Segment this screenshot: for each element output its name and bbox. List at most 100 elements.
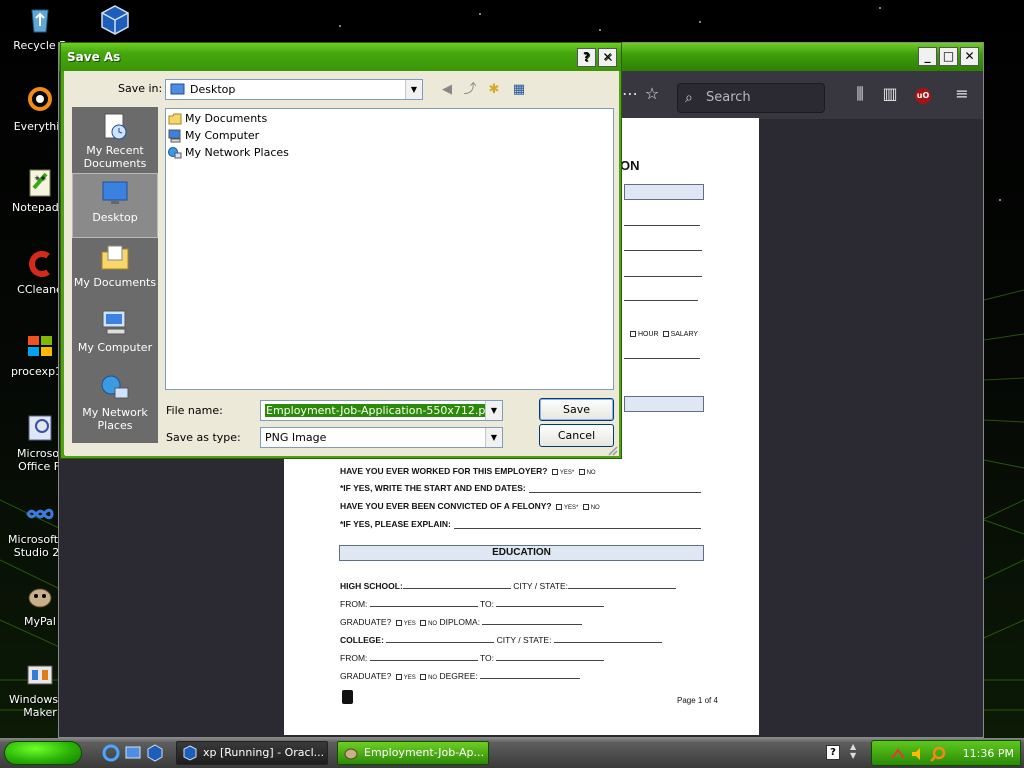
help-button[interactable]: ? (577, 48, 596, 67)
pdf-line (529, 492, 701, 493)
pdf-question-felony: HAVE YOU EVER BEEN CONVICTED OF A FELONY… (340, 501, 600, 511)
minimize-button[interactable]: _ (918, 47, 937, 66)
file-name-value: Employment-Job-Application-550x712.png (265, 404, 501, 417)
file-item-my-documents[interactable]: My Documents (168, 111, 267, 127)
pdf-logo-icon (342, 690, 353, 704)
save-in-value: Desktop (190, 83, 236, 96)
pdf-question-explain: *IF YES, PLEASE EXPLAIN: (340, 519, 451, 529)
new-folder-icon[interactable]: ✱ (485, 81, 503, 99)
pdf-hs-graduate-row: GRADUATE? YES NO DIPLOMA: (340, 617, 583, 627)
save-as-type-value: PNG Image (265, 431, 327, 444)
pdf-question-dates: *IF YES, WRITE THE START AND END DATES: (340, 483, 526, 493)
dialog-title: Save As (67, 50, 121, 64)
internet-explorer-icon[interactable] (102, 744, 120, 762)
network-places-icon (101, 375, 129, 399)
recent-documents-icon (104, 113, 127, 140)
pdf-line (624, 250, 702, 251)
pdf-college-row: COLLEGE: CITY / STATE: (340, 635, 662, 645)
save-as-type-label: Save as type: (166, 431, 241, 444)
help-tray-icon[interactable]: ? (826, 745, 840, 760)
search-tray-icon[interactable] (930, 746, 946, 762)
recycle-bin-icon (31, 9, 49, 33)
folder-icon (168, 113, 182, 125)
movie-maker-icon (27, 665, 53, 685)
pdf-pay-type: HOUR SALARY (628, 331, 698, 338)
chevron-down-icon[interactable]: ▼ (485, 401, 502, 420)
pdf-title-fragment: ON (620, 158, 640, 173)
close-button[interactable]: ✕ (960, 47, 979, 66)
save-in-label: Save in: (118, 82, 163, 95)
menu-icon[interactable]: ≡ (951, 83, 973, 105)
volume-tray-icon[interactable] (910, 746, 926, 762)
my-computer-icon (102, 310, 126, 335)
pdf-line (624, 276, 702, 277)
place-recent-documents[interactable]: My Recent Documents (72, 107, 158, 172)
virtualbox-icon (183, 745, 197, 761)
pdf-hs-dates-row: FROM: TO: (340, 599, 605, 609)
task-browser-active[interactable]: Employment-Job-Ap... (337, 741, 489, 765)
pdf-line (624, 225, 700, 226)
place-desktop[interactable]: Desktop (72, 173, 158, 238)
pdf-line (624, 358, 700, 359)
pdf-question-worked: HAVE YOU EVER WORKED FOR THIS EMPLOYER? … (340, 466, 596, 476)
pdf-section-header (624, 184, 704, 200)
everything-icon (28, 87, 52, 111)
office-icon (28, 415, 52, 441)
pdf-college-dates-row: FROM: TO: (340, 653, 605, 663)
pdf-education-header: EDUCATION (339, 545, 704, 561)
save-in-combo[interactable]: Desktop ▼ (165, 79, 423, 100)
sidebar-icon[interactable]: ▥ (879, 83, 901, 105)
dialog-close-button[interactable]: ✕ (598, 48, 617, 67)
maximize-button[interactable]: □ (939, 47, 958, 66)
search-icon: ⌕ (685, 90, 693, 106)
search-placeholder: Search (706, 90, 751, 105)
start-button[interactable] (4, 741, 82, 765)
clock: 11:36 PM (962, 747, 1014, 760)
dialog-titlebar[interactable]: Save As ? ✕ (61, 43, 621, 71)
file-item-my-network-places[interactable]: My Network Places (168, 145, 289, 161)
computer-icon (168, 129, 181, 143)
mypal-icon (344, 748, 358, 760)
library-icon[interactable]: ⫼ (849, 83, 871, 105)
pdf-section-header (624, 396, 704, 412)
ublock-icon[interactable]: uO (915, 88, 931, 104)
cancel-button[interactable]: Cancel (539, 424, 614, 447)
back-icon[interactable]: ◀ (438, 81, 456, 99)
save-as-type-select[interactable]: PNG Image ▼ (260, 427, 503, 448)
save-as-dialog: Save As ? ✕ Save in: Desktop ▼ ◀ ⤴ ✱ ▦ M… (60, 42, 622, 459)
save-button[interactable]: Save (539, 398, 614, 421)
chevron-down-icon[interactable]: ▼ (405, 80, 422, 99)
chevron-down-icon[interactable]: ▼ (485, 428, 502, 447)
file-item-my-computer[interactable]: My Computer (168, 128, 259, 144)
pdf-page-number: Page 1 of 4 (677, 696, 718, 705)
place-my-computer[interactable]: My Computer (72, 304, 158, 369)
desktop-icon-virtualbox[interactable] (75, 4, 155, 39)
resize-grip-icon[interactable] (606, 444, 618, 456)
virtualbox-icon (101, 5, 129, 35)
mypal-icon (28, 588, 52, 608)
file-name-label: File name: (166, 404, 223, 417)
view-menu-icon[interactable]: ▦ (510, 81, 528, 99)
pdf-line (454, 528, 701, 529)
more-icon[interactable]: ⋯ (619, 83, 641, 105)
desktop-icon (170, 83, 185, 95)
search-input[interactable]: ⌕ Search (677, 83, 825, 113)
place-my-documents[interactable]: My Documents (72, 239, 158, 304)
svg-text:++: ++ (34, 174, 46, 182)
system-tray: 11:36 PM (871, 740, 1021, 766)
bookmark-star-icon[interactable]: ☆ (641, 83, 663, 105)
my-documents-icon (101, 245, 129, 270)
network-tray-icon[interactable] (890, 746, 906, 762)
task-virtualbox[interactable]: xp [Running] - Oracl... (176, 741, 328, 765)
desktop-icon (102, 181, 128, 204)
virtualbox-icon[interactable] (146, 744, 164, 762)
ccleaner-icon (29, 251, 50, 277)
network-icon (168, 147, 182, 159)
tray-scroll-icon[interactable]: ▲ ▼ (850, 742, 856, 760)
file-name-input[interactable]: Employment-Job-Application-550x712.png ▼ (260, 400, 503, 421)
up-folder-icon[interactable]: ⤴ (461, 81, 479, 99)
file-list[interactable]: My Documents My Computer My Network Plac… (165, 108, 614, 390)
show-desktop-icon[interactable] (124, 744, 142, 762)
place-my-network[interactable]: My Network Places (72, 369, 158, 434)
taskbar: xp [Running] - Oracl... Employment-Job-A… (0, 738, 1024, 768)
